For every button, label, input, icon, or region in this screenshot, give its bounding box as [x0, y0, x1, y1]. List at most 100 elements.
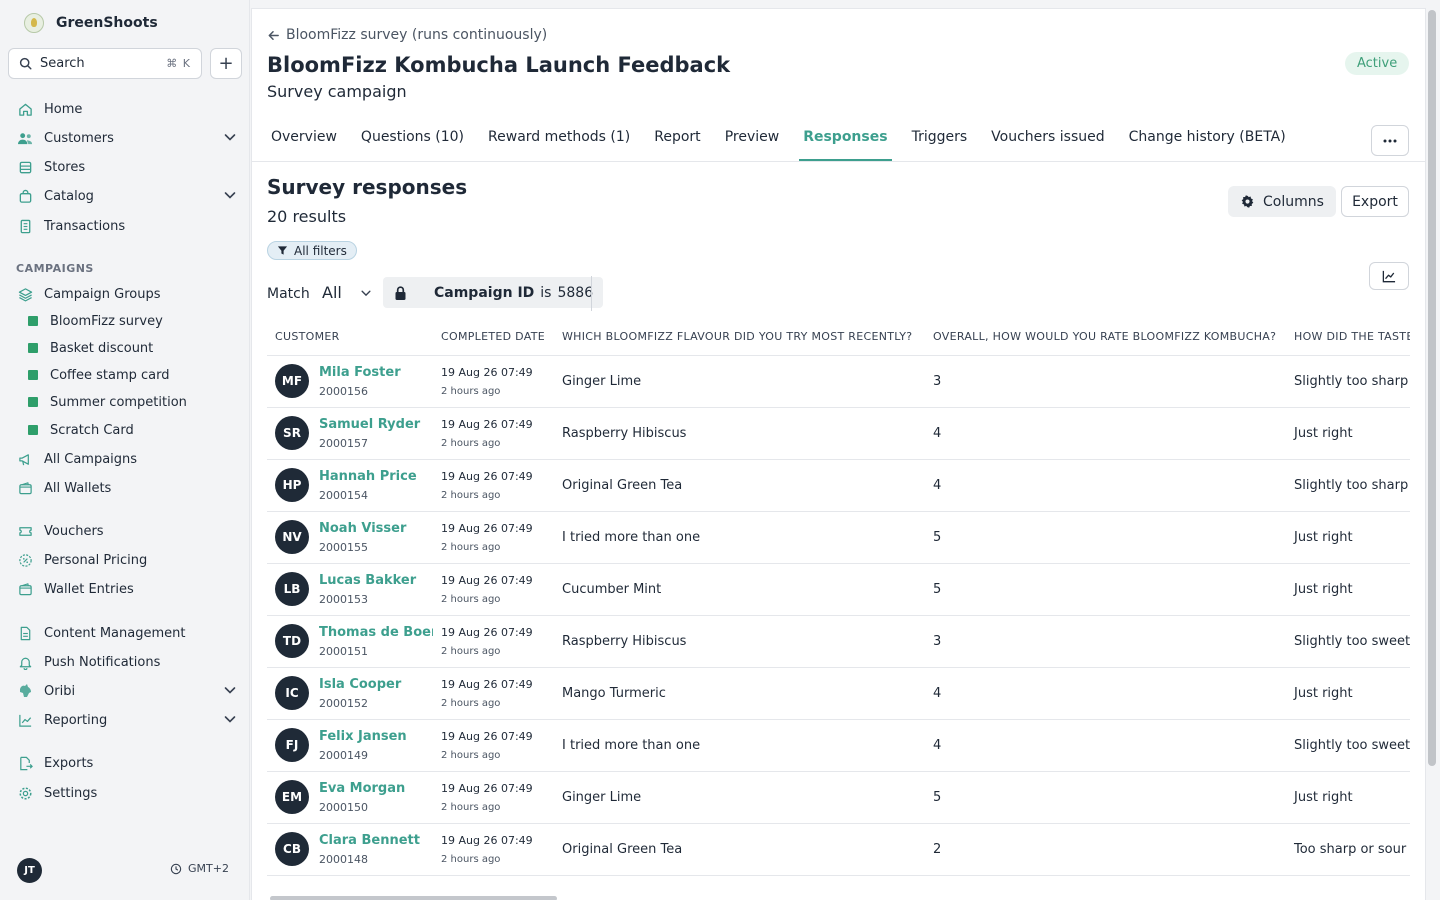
cell-taste: Just right: [1286, 511, 1410, 564]
layers-icon: [16, 285, 34, 303]
customer-name-link[interactable]: Hannah Price: [319, 469, 417, 484]
customer-name-link[interactable]: Samuel Ryder: [319, 417, 420, 432]
gear-icon: [16, 784, 34, 802]
sidebar-item-label: Campaign Groups: [44, 286, 161, 302]
customer-name-link[interactable]: Eva Morgan: [319, 781, 405, 796]
customer-name-link[interactable]: Mila Foster: [319, 365, 401, 380]
completed-relative: 2 hours ago: [441, 749, 501, 761]
more-actions-button[interactable]: [1371, 125, 1409, 156]
sidebar-item-campaign-groups[interactable]: Campaign Groups: [16, 282, 241, 306]
customer-name-link[interactable]: Isla Cooper: [319, 677, 401, 692]
sidebar-item-stores[interactable]: Stores: [16, 155, 241, 179]
column-header-flavour[interactable]: WHICH BLOOMFIZZ FLAVOUR DID YOU TRY MOST…: [554, 319, 925, 356]
customer-name-link[interactable]: Lucas Bakker: [319, 573, 416, 588]
customer-name-link[interactable]: Thomas de Boer: [319, 625, 433, 640]
tab-overview[interactable]: Overview: [267, 124, 341, 162]
table-row[interactable]: IC Isla Cooper 2000152 19 Aug 26 07:49 2 hou…: [267, 667, 1410, 720]
bell-icon: [16, 653, 34, 671]
back-link[interactable]: BloomFizz survey (runs continuously): [267, 27, 547, 43]
tab-questions[interactable]: Questions (10): [357, 124, 468, 162]
ellipsis-icon: [1383, 139, 1397, 142]
chevron-down-icon: [361, 290, 371, 296]
sidebar: GreenShoots Search ⌘ K + Home Customers …: [0, 0, 250, 900]
sidebar-subitem-basket-discount[interactable]: Basket discount: [28, 337, 238, 359]
sidebar-item-transactions[interactable]: Transactions: [16, 214, 241, 238]
search-input[interactable]: Search ⌘ K: [8, 48, 202, 79]
user-avatar[interactable]: JT: [17, 858, 42, 883]
export-file-icon: [16, 754, 34, 772]
tab-reward-methods[interactable]: Reward methods (1): [484, 124, 634, 162]
export-button[interactable]: Export: [1341, 186, 1409, 217]
customer-id: 2000149: [319, 748, 368, 762]
table-row[interactable]: HP Hannah Price 2000154 19 Aug 26 07:49 2 ho…: [267, 459, 1410, 512]
chart-view-button[interactable]: [1369, 262, 1409, 290]
add-button[interactable]: +: [210, 48, 242, 79]
sidebar-item-catalog[interactable]: Catalog: [16, 184, 241, 208]
wallet-entries-icon: [16, 580, 34, 598]
brand[interactable]: GreenShoots: [24, 13, 158, 33]
cell-flavour: Original Green Tea: [554, 459, 925, 512]
column-header-customer[interactable]: CUSTOMER: [267, 319, 433, 356]
tab-vouchers-issued[interactable]: Vouchers issued: [987, 124, 1108, 162]
sidebar-item-push-notifications[interactable]: Push Notifications: [16, 650, 241, 674]
table-row[interactable]: LB Lucas Bakker 2000153 19 Aug 26 07:49 2 ho…: [267, 563, 1410, 616]
vertical-scrollbar[interactable]: [1428, 10, 1436, 766]
table-row[interactable]: EM Eva Morgan 2000150 19 Aug 26 07:49 2 hour…: [267, 771, 1410, 824]
sidebar-item-customers[interactable]: Customers: [16, 126, 241, 150]
completed-relative: 2 hours ago: [441, 645, 501, 657]
campaign-square-icon: [28, 370, 38, 380]
tab-report[interactable]: Report: [650, 124, 704, 162]
horizontal-scrollbar[interactable]: [267, 893, 1410, 900]
sidebar-item-settings[interactable]: Settings: [16, 781, 241, 805]
customer-name-link[interactable]: Noah Visser: [319, 521, 406, 536]
chevron-down-icon[interactable]: [223, 712, 237, 726]
sidebar-item-label: All Wallets: [44, 480, 112, 496]
sidebar-subitem-scratch-card[interactable]: Scratch Card: [28, 419, 238, 441]
sidebar-subitem-coffee-stamp-card[interactable]: Coffee stamp card: [28, 364, 238, 386]
columns-button-label: Columns: [1263, 193, 1324, 210]
table-row[interactable]: FJ Felix Jansen 2000149 19 Aug 26 07:49 2 ho…: [267, 719, 1410, 772]
responses-table-container[interactable]: CUSTOMER COMPLETED DATE WHICH BLOOMFIZZ …: [267, 319, 1410, 879]
table-row[interactable]: CB Clara Bennett 2000148 19 Aug 26 07:49 2 h…: [267, 823, 1410, 876]
tab-preview[interactable]: Preview: [721, 124, 784, 162]
table-row[interactable]: TD Thomas de Boer 2000151 19 Aug 26 07:49 2 …: [267, 615, 1410, 668]
columns-button[interactable]: Columns: [1228, 186, 1336, 217]
sidebar-item-all-campaigns[interactable]: All Campaigns: [16, 447, 241, 471]
chevron-down-icon[interactable]: [223, 188, 237, 202]
filter-condition-chip[interactable]: Campaign ID is 5886: [383, 277, 604, 308]
match-select[interactable]: All: [322, 283, 372, 302]
table-row[interactable]: SR Samuel Ryder 2000157 19 Aug 26 07:49 2 ho…: [267, 407, 1410, 460]
horizontal-scrollbar-thumb[interactable]: [270, 896, 557, 900]
campaign-square-icon: [28, 316, 38, 326]
tab-change-history[interactable]: Change history (BETA): [1125, 124, 1290, 162]
sidebar-subitem-summer-competition[interactable]: Summer competition: [28, 391, 238, 413]
sidebar-item-vouchers[interactable]: Vouchers: [16, 519, 241, 543]
sidebar-item-all-wallets[interactable]: All Wallets: [16, 476, 241, 500]
sidebar-item-wallet-entries[interactable]: Wallet Entries: [16, 577, 241, 601]
campaign-square-icon: [28, 397, 38, 407]
cell-customer: HP Hannah Price 2000154: [267, 459, 433, 512]
customer-name-link[interactable]: Clara Bennett: [319, 833, 420, 848]
customer-name-link[interactable]: Felix Jansen: [319, 729, 407, 744]
sidebar-item-personal-pricing[interactable]: Personal Pricing: [16, 548, 241, 572]
all-filters-chip[interactable]: All filters: [267, 241, 357, 260]
tab-responses[interactable]: Responses: [799, 124, 892, 162]
sidebar-item-exports[interactable]: Exports: [16, 751, 241, 775]
chevron-down-icon[interactable]: [223, 130, 237, 144]
sidebar-subitem-bloomfizz-survey[interactable]: BloomFizz survey: [28, 310, 238, 332]
sidebar-item-home[interactable]: Home: [16, 97, 241, 121]
sidebar-item-reporting[interactable]: Reporting: [16, 708, 241, 732]
column-header-rating[interactable]: OVERALL, HOW WOULD YOU RATE BLOOMFIZZ KO…: [925, 319, 1286, 356]
sidebar-item-content-management[interactable]: Content Management: [16, 621, 241, 645]
cell-customer: IC Isla Cooper 2000152: [267, 667, 433, 720]
table-row[interactable]: MF Mila Foster 2000156 19 Aug 26 07:49 2 hou…: [267, 355, 1410, 408]
table-body: MF Mila Foster 2000156 19 Aug 26 07:49 2 hou…: [267, 355, 1410, 876]
chevron-down-icon[interactable]: [223, 683, 237, 697]
column-header-completed-date[interactable]: COMPLETED DATE: [433, 319, 554, 356]
table-row[interactable]: NV Noah Visser 2000155 19 Aug 26 07:49 2 hou…: [267, 511, 1410, 564]
timezone-indicator[interactable]: GMT+2: [170, 862, 229, 875]
campaign-square-icon: [28, 343, 38, 353]
tab-triggers[interactable]: Triggers: [908, 124, 972, 162]
column-header-taste[interactable]: HOW DID THE TASTE: [1286, 319, 1410, 356]
sidebar-item-oribi[interactable]: Oribi: [16, 679, 241, 703]
